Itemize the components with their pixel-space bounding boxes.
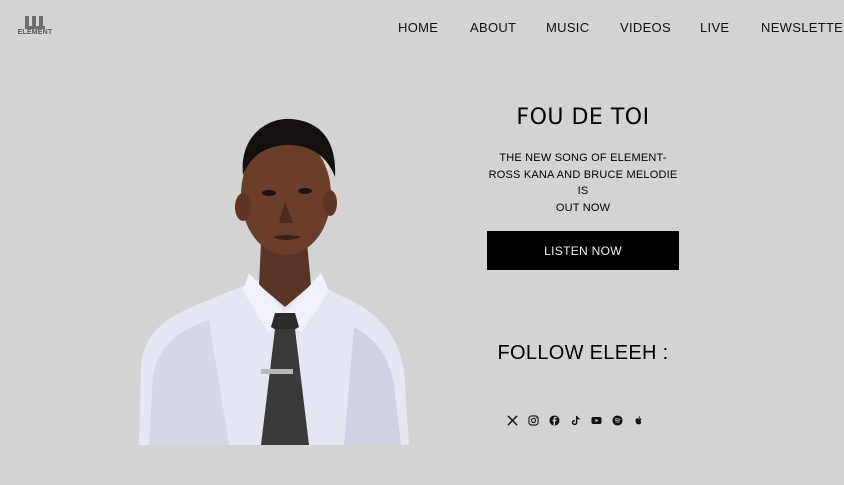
tiktok-icon[interactable] bbox=[568, 413, 582, 427]
song-announcement: THE NEW SONG OF ELEMENT- ROSS KANA AND B… bbox=[483, 150, 683, 216]
youtube-icon[interactable] bbox=[589, 413, 603, 427]
song-title: FOU DE TOI bbox=[516, 105, 650, 130]
announcement-line: IS bbox=[577, 185, 589, 197]
facebook-icon[interactable] bbox=[547, 413, 561, 427]
listen-now-button[interactable]: LISTEN NOW bbox=[487, 231, 679, 270]
announcement-line: THE NEW SONG OF ELEMENT- bbox=[499, 152, 667, 164]
nav-item-music[interactable]: MUSIC bbox=[546, 20, 589, 35]
instagram-icon[interactable] bbox=[526, 413, 540, 427]
spotify-icon[interactable] bbox=[610, 413, 624, 427]
x-twitter-icon[interactable] bbox=[505, 413, 519, 427]
nav-item-about[interactable]: ABOUT bbox=[470, 20, 516, 35]
follow-heading: FOLLOW ELEEH : bbox=[497, 342, 669, 364]
announcement-line: ROSS KANA AND BRUCE MELODIE bbox=[488, 168, 678, 181]
artist-photo bbox=[139, 115, 409, 445]
apple-icon[interactable] bbox=[631, 413, 645, 427]
nav-item-live[interactable]: LIVE bbox=[700, 20, 729, 35]
main-nav: HOME ABOUT MUSIC VIDEOS LIVE NEWSLETTER bbox=[0, 20, 844, 40]
nav-item-videos[interactable]: VIDEOS bbox=[620, 20, 671, 35]
nav-item-home[interactable]: HOME bbox=[398, 20, 438, 35]
nav-item-newsletter[interactable]: NEWSLETTER bbox=[761, 20, 844, 35]
announcement-line: OUT NOW bbox=[555, 201, 611, 214]
page: ELEMENT HOME ABOUT MUSIC VIDEOS LIVE NEW… bbox=[0, 0, 844, 485]
